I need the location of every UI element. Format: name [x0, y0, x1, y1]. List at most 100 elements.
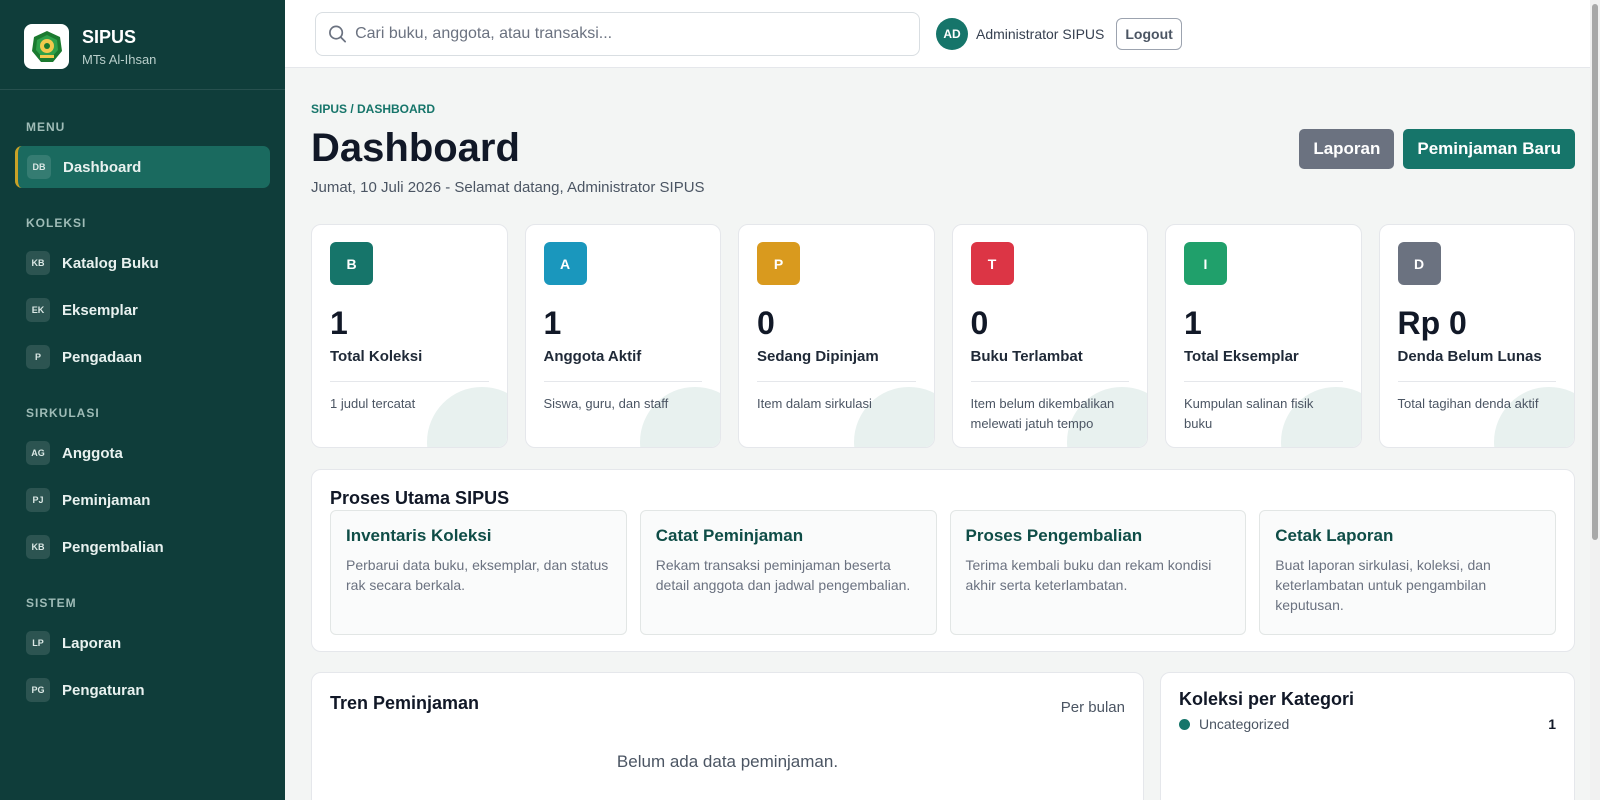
nav-section-label: KOLEKSI: [26, 216, 87, 230]
stat-card: B 1 Total Koleksi 1 judul tercatat: [311, 224, 508, 448]
avatar[interactable]: AD: [936, 17, 968, 50]
nav-section-label: MENU: [26, 120, 66, 134]
nav-badge-icon: PG: [26, 678, 50, 702]
stat-icon: P: [757, 242, 800, 285]
stat-label: Denda Belum Lunas: [1397, 348, 1556, 382]
stat-value: 1: [330, 305, 348, 341]
header-actions: Laporan Peminjaman Baru: [1290, 129, 1575, 169]
nav-badge-icon: KB: [26, 251, 50, 275]
process-card-description: Terima kembali buku dan rekam kondisi ak…: [965, 557, 1212, 593]
nav-badge-icon: DB: [27, 155, 51, 179]
stat-card: A 1 Anggota Aktif Siswa, guru, dan staff: [524, 224, 721, 448]
category-row: Uncategorized 1: [1179, 716, 1556, 732]
nav-section-label: SIRKULASI: [26, 406, 100, 420]
logout-button[interactable]: Logout: [1116, 17, 1182, 50]
sidebar-item-label: Laporan: [62, 634, 122, 652]
category-label: Uncategorized: [1199, 716, 1290, 732]
sidebar-item-label: Peminjaman: [62, 491, 151, 509]
stat-icon: B: [330, 242, 373, 285]
stat-icon: A: [543, 242, 587, 285]
process-card-title: Cetak Laporan: [1275, 526, 1394, 545]
stat-label: Buku Terlambat: [970, 348, 1129, 382]
sidebar-item-pengadaan[interactable]: P Pengadaan: [15, 336, 270, 378]
new-loan-button[interactable]: Peminjaman Baru: [1403, 129, 1575, 169]
trend-title: Tren Peminjaman: [330, 693, 480, 713]
main-content: SIPUS / DASHBOARD Dashboard Jumat, 10 Ju…: [311, 68, 1575, 800]
page-subtitle: Jumat, 10 Juli 2026 - Selamat datang, Ad…: [311, 179, 705, 196]
stat-value: 1: [1184, 305, 1202, 341]
sidebar-item-katalog-buku[interactable]: KB Katalog Buku: [15, 242, 270, 284]
loan-trend-panel: Tren Peminjaman Per bulan Belum ada data…: [311, 672, 1144, 800]
sidebar-item-pengaturan[interactable]: PG Pengaturan: [15, 669, 270, 711]
stats-row: B 1 Total Koleksi 1 judul tercatat A 1 A…: [311, 224, 1575, 448]
process-title: Proses Utama SIPUS: [330, 488, 510, 508]
process-card-description: Perbarui data buku, eksemplar, dan statu…: [346, 557, 609, 593]
process-card-description: Buat laporan sirkulasi, koleksi, dan ket…: [1275, 557, 1491, 613]
nav-badge-icon: AG: [26, 441, 50, 465]
trend-empty-state: Belum ada data peminjaman.: [616, 752, 839, 771]
stat-value: 1: [543, 305, 562, 341]
process-card-title: Catat Peminjaman: [655, 526, 804, 545]
sidebar-item-peminjaman[interactable]: PJ Peminjaman: [15, 479, 270, 521]
breadcrumb: SIPUS / DASHBOARD: [311, 102, 436, 116]
topbar: AD Administrator SIPUS Logout: [285, 0, 1600, 68]
stat-description: Siswa, guru, dan staff: [543, 396, 669, 411]
category-count: 1: [1548, 716, 1556, 732]
stat-icon: D: [1397, 242, 1441, 285]
nav-badge-icon: KB: [26, 535, 50, 559]
brand-title: SIPUS: [82, 26, 137, 47]
stat-description: Total tagihan denda aktif: [1397, 396, 1539, 411]
sidebar-item-laporan[interactable]: LP Laporan: [15, 622, 270, 664]
sidebar-item-eksemplar[interactable]: EK Eksemplar: [15, 289, 270, 331]
stat-card: T 0 Buku Terlambat Item belum dikembalik…: [951, 224, 1148, 448]
stat-value: Rp 0: [1397, 305, 1467, 341]
stat-icon: I: [1184, 242, 1227, 285]
sidebar-item-label: Pengembalian: [62, 538, 164, 556]
stat-card: P 0 Sedang Dipinjam Item dalam sirkulasi: [738, 224, 935, 448]
sidebar-item-pengembalian[interactable]: KB Pengembalian: [15, 526, 270, 568]
process-card-title: Proses Pengembalian: [965, 526, 1143, 545]
stat-description: 1 judul tercatat: [330, 396, 416, 411]
process-panel: Proses Utama SIPUS Inventaris Koleksi Pe…: [311, 469, 1575, 652]
stat-card: D Rp 0 Denda Belum Lunas Total tagihan d…: [1378, 224, 1575, 448]
sidebar-item-dashboard[interactable]: DB Dashboard: [15, 146, 270, 188]
process-card[interactable]: Catat Peminjaman Rekam transaksi peminja…: [639, 510, 937, 635]
stat-card: I 1 Total Eksemplar Kumpulan salinan fis…: [1165, 224, 1362, 448]
process-card[interactable]: Inventaris Koleksi Perbarui data buku, e…: [330, 510, 627, 635]
stat-description: Item dalam sirkulasi: [757, 396, 872, 411]
sidebar-item-anggota[interactable]: AG Anggota: [15, 432, 270, 474]
nav-badge-icon: P: [26, 345, 50, 369]
sidebar-nav: MENU DB Dashboard KOLEKSI KB Katalog Buku EK Ek…: [0, 120, 285, 711]
brand-subtitle: MTs Al-Ihsan: [82, 51, 157, 67]
stat-label: Total Eksemplar: [1184, 348, 1343, 382]
nav-badge-icon: EK: [26, 298, 50, 322]
page-scrollbar[interactable]: [1590, 0, 1600, 800]
stat-label: Total Koleksi: [330, 348, 489, 382]
process-card[interactable]: Cetak Laporan Buat laporan sirkulasi, ko…: [1259, 510, 1556, 635]
scrollbar-thumb[interactable]: [1592, 4, 1598, 540]
legend-dot-icon: [1179, 718, 1190, 730]
category-title: Koleksi per Kategori: [1179, 689, 1355, 709]
sidebar-item-label: Dashboard: [63, 158, 142, 176]
school-logo: [24, 24, 69, 69]
sidebar-item-label: Katalog Buku: [62, 254, 159, 272]
nav-badge-icon: LP: [26, 631, 50, 655]
category-panel: Koleksi per Kategori Uncategorized 1: [1160, 672, 1575, 800]
process-card-description: Rekam transaksi peminjaman beserta detai…: [655, 557, 911, 593]
bottom-row: Tren Peminjaman Per bulan Belum ada data…: [311, 672, 1575, 800]
search-input[interactable]: [355, 24, 907, 43]
process-card[interactable]: Proses Pengembalian Terima kembali buku …: [949, 510, 1247, 635]
search-box[interactable]: [315, 11, 920, 56]
stat-description: Kumpulan salinan fisik buku: [1184, 396, 1314, 431]
sidebar-item-label: Pengadaan: [62, 348, 143, 366]
sidebar-item-label: Eksemplar: [62, 301, 138, 319]
user-name: Administrator SIPUS: [976, 25, 1105, 42]
report-button[interactable]: Laporan: [1299, 129, 1395, 169]
process-cards: Inventaris Koleksi Perbarui data buku, e…: [330, 510, 1556, 635]
stat-value: 0: [970, 305, 989, 341]
trend-period-selector[interactable]: Per bulan: [1061, 699, 1125, 716]
nav-badge-icon: PJ: [26, 488, 50, 512]
logo-emblem-icon: [31, 30, 62, 62]
category-list: Uncategorized 1: [1179, 716, 1556, 732]
stat-value: 0: [757, 305, 775, 341]
